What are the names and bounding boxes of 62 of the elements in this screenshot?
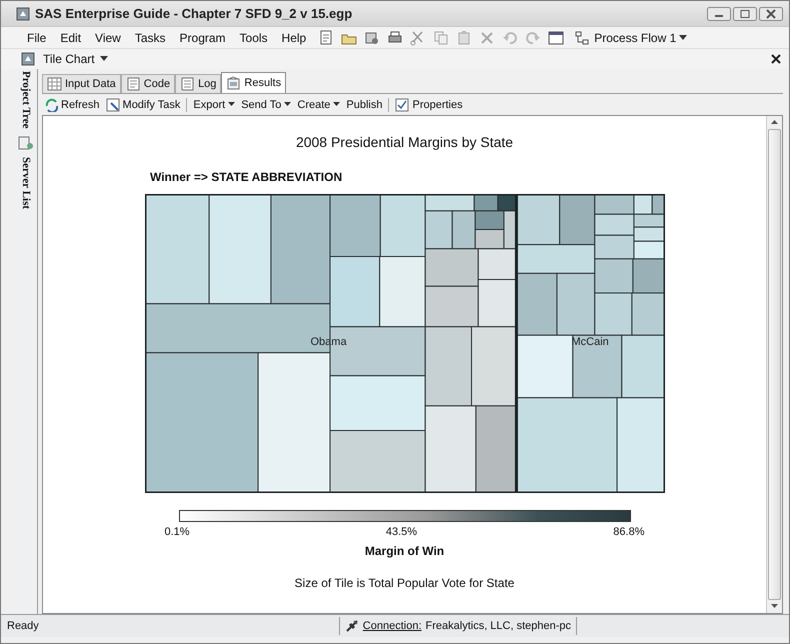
caret-icon[interactable]: [228, 102, 236, 107]
menu-item[interactable]: Tasks: [130, 30, 173, 44]
connection-name: Freakalytics, LLC, stephen-pc: [426, 620, 572, 632]
chart-icon: [226, 76, 242, 90]
save-icon[interactable]: [364, 30, 380, 46]
menu-item[interactable]: Help: [278, 30, 314, 44]
minimize-icon[interactable]: [707, 6, 731, 20]
tab[interactable]: Log: [175, 74, 222, 93]
toolbar-button[interactable]: Refresh: [44, 98, 100, 112]
toolbar-button[interactable]: Create: [297, 98, 340, 110]
chart-footnote: Size of Tile is Total Popular Vote for State: [294, 576, 514, 590]
close-icon[interactable]: [771, 54, 781, 64]
scrollbar[interactable]: [766, 116, 782, 613]
caret-icon[interactable]: [100, 56, 108, 62]
caret-icon[interactable]: [333, 102, 340, 107]
menu-item[interactable]: File: [23, 30, 54, 44]
scroll-up-icon[interactable]: [771, 120, 778, 125]
toolbar-button[interactable]: Send To: [241, 98, 292, 110]
caret-icon[interactable]: [284, 102, 292, 107]
menu-item[interactable]: Tools: [236, 30, 275, 44]
flow-icon[interactable]: [575, 30, 590, 44]
process-flow-menu[interactable]: Process Flow 1: [573, 30, 688, 44]
chart-subtitle: Winner => STATE ABBREVIATION: [150, 170, 342, 184]
print-icon[interactable]: [387, 30, 404, 46]
menu-item[interactable]: Program: [176, 30, 233, 44]
checkbox-icon[interactable]: [395, 98, 410, 112]
maximize-icon[interactable]: [733, 6, 757, 20]
scroll-thumb[interactable]: [768, 129, 781, 600]
menu-item[interactable]: Edit: [56, 30, 88, 44]
server-icon[interactable]: [18, 134, 34, 151]
scale-tick-label: 43.5%: [386, 526, 418, 538]
document-icon: [180, 77, 196, 91]
panel-title-menu[interactable]: Tile Chart: [43, 52, 108, 66]
tab[interactable]: Code: [120, 74, 176, 93]
tab[interactable]: Results: [221, 72, 286, 93]
task-icon: [21, 52, 35, 66]
plug-icon[interactable]: [344, 619, 359, 633]
side-tab[interactable]: Server List: [20, 156, 32, 209]
refresh-icon[interactable]: [44, 98, 58, 112]
table-icon: [47, 77, 62, 91]
toolbar-button[interactable]: Export: [193, 98, 236, 110]
toolbar-button[interactable]: Modify Task: [106, 98, 180, 112]
tab[interactable]: Input Data: [42, 74, 121, 93]
window-title: SAS Enterprise Guide - Chapter 7 SFD 9_2 v 15.egp: [35, 6, 352, 21]
scroll-down-icon[interactable]: [771, 604, 778, 609]
report-title: 2008 Presidential Margins by State: [296, 134, 514, 150]
toolbar-button[interactable]: Properties: [395, 98, 463, 112]
edit-icon[interactable]: [106, 98, 120, 112]
caret-icon[interactable]: [679, 34, 688, 40]
close-icon[interactable]: [759, 6, 783, 20]
status-text: Ready: [7, 620, 39, 632]
app-icon: [16, 6, 30, 20]
connection-link[interactable]: Connection:: [362, 620, 422, 632]
side-tab[interactable]: Project Tree: [20, 71, 32, 129]
document-icon: [126, 77, 141, 91]
scale-tick-label: 86.8%: [613, 526, 644, 538]
scale-tick-label: 0.1%: [164, 526, 190, 538]
window-icon[interactable]: [548, 30, 564, 46]
toolbar-button[interactable]: Publish: [346, 98, 382, 110]
new-document-icon[interactable]: [318, 30, 334, 46]
menu-item[interactable]: View: [91, 30, 128, 44]
legend-title: Margin of Win: [364, 544, 444, 558]
